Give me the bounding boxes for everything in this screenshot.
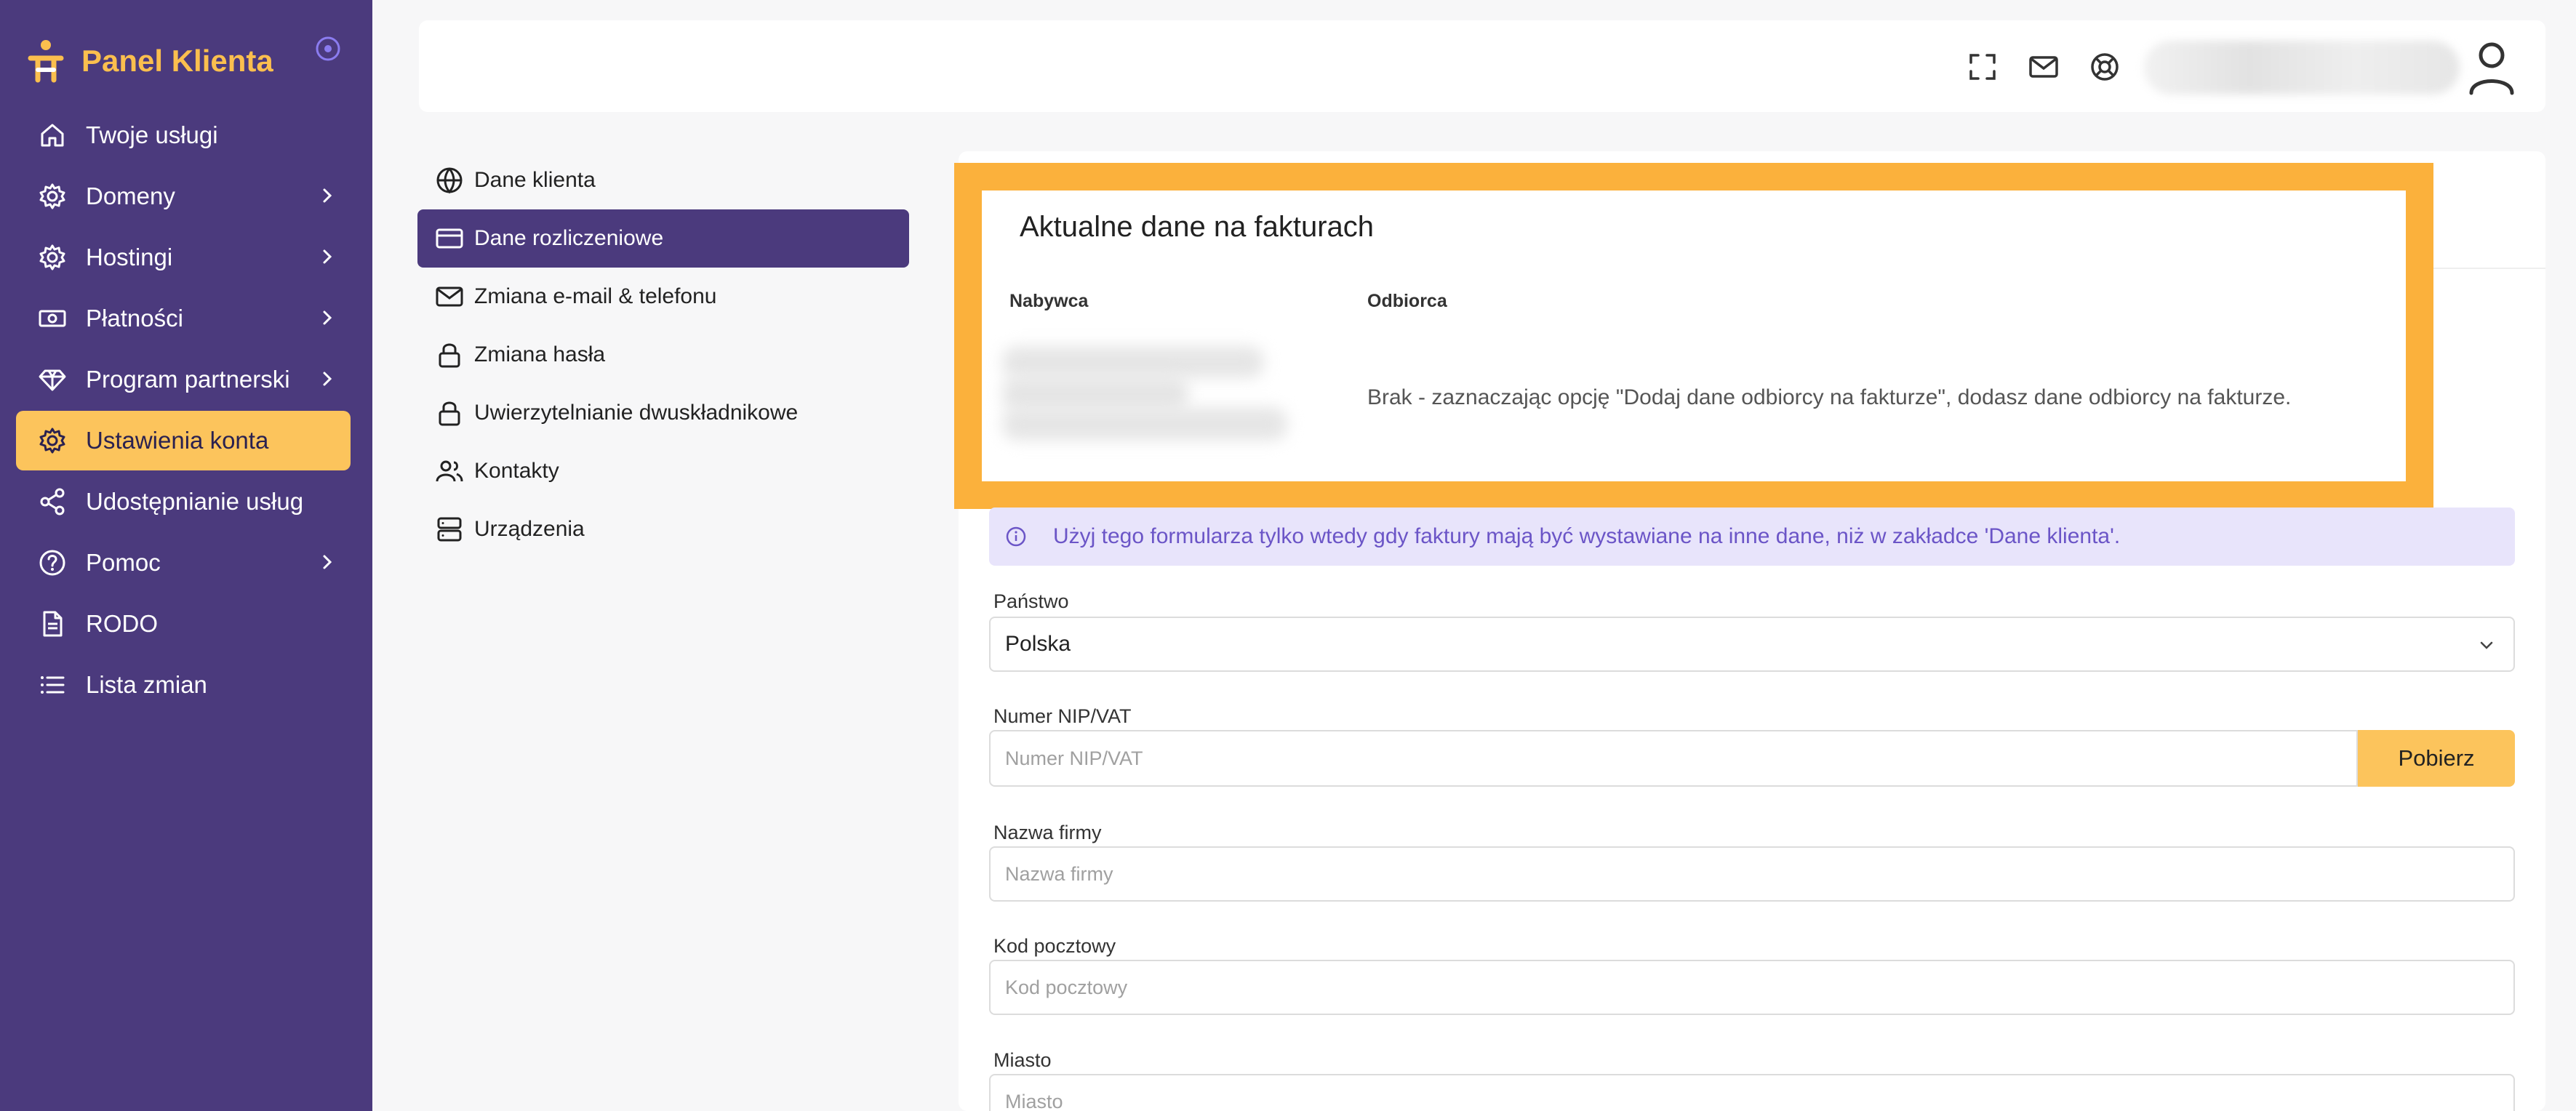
chevron-right-icon xyxy=(323,188,332,203)
sidebar-item-rodo[interactable]: RODO xyxy=(16,594,351,654)
home-icon xyxy=(41,124,64,147)
settings-item-label: Zmiana hasła xyxy=(474,342,606,366)
sidebar-item-program-partnerski[interactable]: Program partnerski xyxy=(16,350,351,409)
country-label: Państwo xyxy=(993,590,1069,612)
settings-item-label: Zmiana e-mail & telefonu xyxy=(474,284,717,308)
city-label: Miasto xyxy=(993,1049,1052,1071)
invoice-data-title: Aktualne dane na fakturach xyxy=(1020,211,1375,243)
sidebar-item-label: Płatności xyxy=(86,305,183,332)
buyer-data-blurred xyxy=(1002,375,1188,412)
settings-item-zmiana-hasla[interactable]: Zmiana hasła xyxy=(417,326,909,384)
city-input[interactable] xyxy=(989,1074,2515,1111)
account-settings-menu: Dane klienta Dane rozliczeniowe Zmiana e… xyxy=(417,151,909,558)
company-name-label: Nazwa firmy xyxy=(993,822,1102,843)
gear-icon xyxy=(39,183,65,209)
info-alert-text: Użyj tego formularza tylko wtedy gdy fak… xyxy=(1053,524,2121,548)
settings-item-dane-rozliczeniowe[interactable]: Dane rozliczeniowe xyxy=(417,209,909,268)
sidebar-nav: Twoje usługi Domeny Hostingi Płatności P… xyxy=(16,105,351,716)
sidebar-item-label: Domeny xyxy=(86,183,175,209)
fetch-nip-button[interactable]: Pobierz xyxy=(2358,730,2515,787)
logo-icon xyxy=(28,40,64,83)
collapse-toggle-icon[interactable] xyxy=(314,35,342,63)
chevron-right-icon xyxy=(323,249,332,264)
sidebar-item-label: RODO xyxy=(86,610,158,637)
buyer-data-blurred xyxy=(1002,407,1287,441)
chevron-right-icon xyxy=(323,555,332,569)
recipient-column-header: Odbiorca xyxy=(1367,291,1447,311)
brand-title: Panel Klienta xyxy=(81,44,273,78)
settings-item-label: Uwierzytelnianie dwuskładnikowe xyxy=(474,401,799,425)
settings-item-2fa[interactable]: Uwierzytelnianie dwuskładnikowe xyxy=(417,384,909,442)
gear-icon xyxy=(39,244,65,270)
settings-item-dane-klienta[interactable]: Dane klienta xyxy=(417,151,909,209)
postal-code-label: Kod pocztowy xyxy=(993,935,1116,957)
chevron-right-icon xyxy=(323,310,332,325)
country-select[interactable]: Polska xyxy=(989,617,2515,672)
sidebar-item-domeny[interactable]: Domeny xyxy=(16,167,351,226)
help-circle-icon xyxy=(39,550,65,576)
users-icon xyxy=(436,460,463,482)
sidebar-item-label: Ustawienia konta xyxy=(86,427,269,454)
sidebar-item-ustawienia-konta[interactable]: Ustawienia konta xyxy=(16,411,351,470)
settings-item-label: Urządzenia xyxy=(474,517,585,541)
lock-icon xyxy=(439,401,460,426)
info-alert: Użyj tego formularza tylko wtedy gdy fak… xyxy=(989,508,2515,566)
banknote-icon xyxy=(39,310,66,327)
buyer-column-header: Nabywca xyxy=(1009,291,1089,311)
recipient-text: Brak - zaznaczając opcję "Dodaj dane odb… xyxy=(1367,385,2292,409)
lock-icon xyxy=(439,343,460,368)
settings-item-urzadzenia[interactable]: Urządzenia xyxy=(417,500,909,558)
settings-item-label: Kontakty xyxy=(474,459,559,483)
mail-icon[interactable] xyxy=(2028,51,2060,83)
globe-icon xyxy=(436,167,463,194)
company-name-input[interactable] xyxy=(989,846,2515,902)
sidebar-item-twoje-uslugi[interactable]: Twoje usługi xyxy=(16,105,351,165)
mail-icon xyxy=(436,286,463,307)
sidebar-item-label: Twoje usługi xyxy=(86,121,218,148)
sidebar-item-label: Hostingi xyxy=(86,244,173,270)
document-icon xyxy=(43,611,63,637)
sidebar: Panel Klienta Twoje usługi Domeny Hostin… xyxy=(0,0,372,1111)
share-icon xyxy=(40,488,65,516)
chevron-down-icon xyxy=(2480,641,2493,649)
buyer-data-blurred xyxy=(1002,346,1264,378)
settings-item-zmiana-email[interactable]: Zmiana e-mail & telefonu xyxy=(417,268,909,326)
country-select-value: Polska xyxy=(1005,632,1071,656)
server-icon xyxy=(437,517,462,542)
sidebar-item-hostingi[interactable]: Hostingi xyxy=(16,228,351,287)
sidebar-item-udostepnianie-uslug[interactable]: Udostępnianie usług xyxy=(16,472,351,532)
sidebar-item-pomoc[interactable]: Pomoc xyxy=(16,533,351,593)
user-avatar-icon[interactable] xyxy=(2461,36,2522,97)
user-name-blurred[interactable] xyxy=(2144,41,2460,95)
support-lifebuoy-icon[interactable] xyxy=(2089,51,2121,83)
nip-input[interactable] xyxy=(989,730,2358,787)
sidebar-item-label: Program partnerski xyxy=(86,366,290,393)
sidebar-item-platnosci[interactable]: Płatności xyxy=(16,289,351,348)
sidebar-item-label: Lista zmian xyxy=(86,671,207,698)
list-icon xyxy=(41,676,65,694)
sidebar-item-label: Udostępnianie usług xyxy=(86,488,304,515)
brand[interactable]: Panel Klienta xyxy=(26,39,273,83)
info-icon xyxy=(1006,526,1026,547)
postal-code-input[interactable] xyxy=(989,960,2515,1015)
sidebar-item-label: Pomoc xyxy=(86,549,161,576)
diamond-icon xyxy=(39,369,66,391)
fullscreen-icon[interactable] xyxy=(1967,51,1999,83)
settings-item-label: Dane rozliczeniowe xyxy=(474,226,664,250)
credit-card-icon xyxy=(436,228,463,249)
top-header xyxy=(419,20,2545,112)
nip-label: Numer NIP/VAT xyxy=(993,705,1132,727)
settings-item-kontakty[interactable]: Kontakty xyxy=(417,442,909,500)
settings-item-label: Dane klienta xyxy=(474,168,596,192)
gear-icon xyxy=(39,428,65,454)
sidebar-item-lista-zmian[interactable]: Lista zmian xyxy=(16,655,351,715)
chevron-right-icon xyxy=(323,372,332,386)
